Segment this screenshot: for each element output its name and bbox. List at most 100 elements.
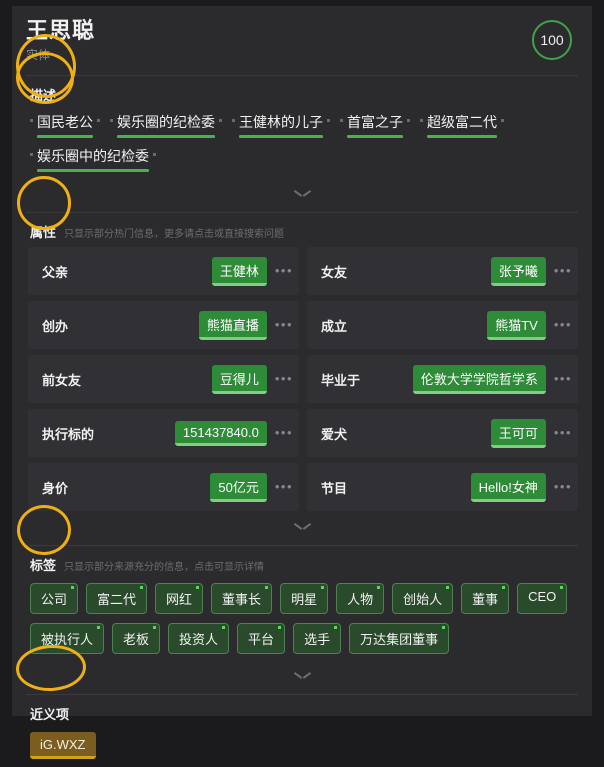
expand-attributes-button[interactable] <box>26 513 578 539</box>
tag-chip[interactable]: 老板 <box>112 623 161 654</box>
chevron-down-icon <box>296 523 309 530</box>
tag-label: 投资人 <box>179 632 219 647</box>
description-item-label: 王健林的儿子 <box>239 114 323 130</box>
attribute-row[interactable]: 身价 50亿元 ••• <box>28 463 299 511</box>
tag-dot-icon <box>222 626 226 629</box>
tag-chip[interactable]: 富二代 <box>86 583 148 614</box>
attribute-row[interactable]: 女友 张予曦 ••• <box>307 247 578 295</box>
section-title-attributes: 属性 <box>30 225 57 240</box>
attribute-row[interactable]: 节目 Hello!女神 ••• <box>307 463 578 511</box>
entity-card: 王思聪 实体 100 描述 国民老公 娱乐圈的纪检委 王健林的儿子 首富之子 超… <box>12 6 592 759</box>
attribute-more-icon[interactable]: ••• <box>275 372 293 385</box>
description-item[interactable]: 王健林的儿子 <box>232 113 330 138</box>
tag-chip[interactable]: 董事长 <box>211 583 273 614</box>
description-item-label: 超级富二代 <box>427 114 497 130</box>
attribute-value[interactable]: 熊猫直播 <box>198 310 267 340</box>
tag-chip[interactable]: 人物 <box>336 583 385 614</box>
tag-label: 网红 <box>166 592 193 607</box>
tag-chip[interactable]: 被执行人 <box>30 623 105 654</box>
attribute-value[interactable]: 张予曦 <box>490 256 546 286</box>
tag-label: 公司 <box>41 592 68 607</box>
tag-chip[interactable]: 创始人 <box>392 583 454 614</box>
tag-label: CEO <box>528 589 557 604</box>
bullet-dot-icon <box>30 119 33 122</box>
attribute-key: 父亲 <box>42 264 69 280</box>
description-item[interactable]: 国民老公 <box>30 113 100 138</box>
attribute-more-icon[interactable]: ••• <box>554 426 572 439</box>
tag-label: 平台 <box>248 632 275 647</box>
tag-chip[interactable]: 选手 <box>293 623 342 654</box>
attribute-more-icon[interactable]: ••• <box>275 426 293 439</box>
tag-chip[interactable]: 网红 <box>155 583 204 614</box>
expand-description-button[interactable] <box>26 180 578 206</box>
attribute-key: 创办 <box>42 318 69 334</box>
attribute-row[interactable]: 执行标的 151437840.0 ••• <box>28 409 299 457</box>
tag-dot-icon <box>334 626 338 629</box>
section-title-tags: 标签 <box>30 558 57 573</box>
bullet-dot-icon <box>501 119 504 122</box>
tag-label: 创始人 <box>403 592 443 607</box>
tag-label: 老板 <box>123 632 150 647</box>
attribute-value[interactable]: 王健林 <box>211 256 267 286</box>
attribute-more-icon[interactable]: ••• <box>554 372 572 385</box>
bullet-dot-icon <box>110 119 113 122</box>
attribute-value[interactable]: 熊猫TV <box>487 310 546 340</box>
description-item-label: 首富之子 <box>347 114 403 130</box>
attribute-value[interactable]: 151437840.0 <box>174 420 267 446</box>
section-note-tags: 只显示部分来源充分的信息，点击可显示详情 <box>64 562 265 573</box>
section-note-attributes: 只显示部分热门信息，更多请点击或直接搜索问题 <box>64 229 285 240</box>
tag-dot-icon <box>265 586 269 589</box>
tag-dot-icon <box>321 586 325 589</box>
attribute-key: 执行标的 <box>42 426 95 442</box>
attribute-row[interactable]: 创办 熊猫直播 ••• <box>28 301 299 349</box>
description-item[interactable]: 娱乐圈中的纪检委 <box>30 147 156 172</box>
bullet-dot-icon <box>232 119 235 122</box>
section-title-description: 描述 <box>30 88 57 103</box>
bullet-dot-icon <box>327 119 330 122</box>
attribute-more-icon[interactable]: ••• <box>554 318 572 331</box>
attribute-key: 毕业于 <box>321 372 361 388</box>
tag-label: 人物 <box>347 592 374 607</box>
attribute-row[interactable]: 毕业于 伦敦大学学院哲学系 ••• <box>307 355 578 403</box>
attribute-more-icon[interactable]: ••• <box>275 264 293 277</box>
attribute-row[interactable]: 成立 熊猫TV ••• <box>307 301 578 349</box>
tag-dot-icon <box>377 586 381 589</box>
bullet-dot-icon <box>30 153 33 156</box>
bullet-dot-icon <box>407 119 410 122</box>
attribute-value[interactable]: 王可可 <box>490 418 546 448</box>
bullet-dot-icon <box>219 119 222 122</box>
attribute-row[interactable]: 前女友 豆得儿 ••• <box>28 355 299 403</box>
synonym-chip[interactable]: iG.WXZ <box>30 732 96 759</box>
tag-chip[interactable]: CEO <box>517 583 568 614</box>
tag-chip[interactable]: 公司 <box>30 583 79 614</box>
section-header-tags: 标签 只显示部分来源充分的信息，点击可显示详情 <box>26 546 578 578</box>
attribute-more-icon[interactable]: ••• <box>275 480 293 493</box>
attribute-value[interactable]: 50亿元 <box>210 472 267 502</box>
attribute-more-icon[interactable]: ••• <box>275 318 293 331</box>
attribute-value[interactable]: 伦敦大学学院哲学系 <box>412 364 546 394</box>
attribute-more-icon[interactable]: ••• <box>554 480 572 493</box>
tag-chip[interactable]: 明星 <box>280 583 329 614</box>
description-underline <box>117 135 215 138</box>
bullet-dot-icon <box>97 119 100 122</box>
tag-dot-icon <box>442 626 446 629</box>
tag-chip[interactable]: 万达集团董事 <box>349 623 450 654</box>
attribute-row[interactable]: 父亲 王健林 ••• <box>28 247 299 295</box>
description-underline <box>347 135 403 138</box>
description-item[interactable]: 首富之子 <box>340 113 410 138</box>
entity-type-label: 实体 <box>26 48 51 62</box>
description-item[interactable]: 娱乐圈的纪检委 <box>110 113 222 138</box>
tag-chip[interactable]: 平台 <box>237 623 286 654</box>
expand-tags-button[interactable] <box>26 662 578 688</box>
description-item-label: 国民老公 <box>37 114 93 130</box>
attribute-more-icon[interactable]: ••• <box>554 264 572 277</box>
tag-chip[interactable]: 投资人 <box>168 623 230 654</box>
bullet-dot-icon <box>153 153 156 156</box>
tag-chip[interactable]: 董事 <box>461 583 510 614</box>
description-item[interactable]: 超级富二代 <box>420 113 504 138</box>
attribute-row[interactable]: 爱犬 王可可 ••• <box>307 409 578 457</box>
attribute-key: 成立 <box>321 318 348 334</box>
attribute-value[interactable]: Hello!女神 <box>470 472 546 502</box>
attribute-value[interactable]: 豆得儿 <box>211 364 267 394</box>
section-header-attributes: 属性 只显示部分热门信息，更多请点击或直接搜索问题 <box>26 213 578 245</box>
